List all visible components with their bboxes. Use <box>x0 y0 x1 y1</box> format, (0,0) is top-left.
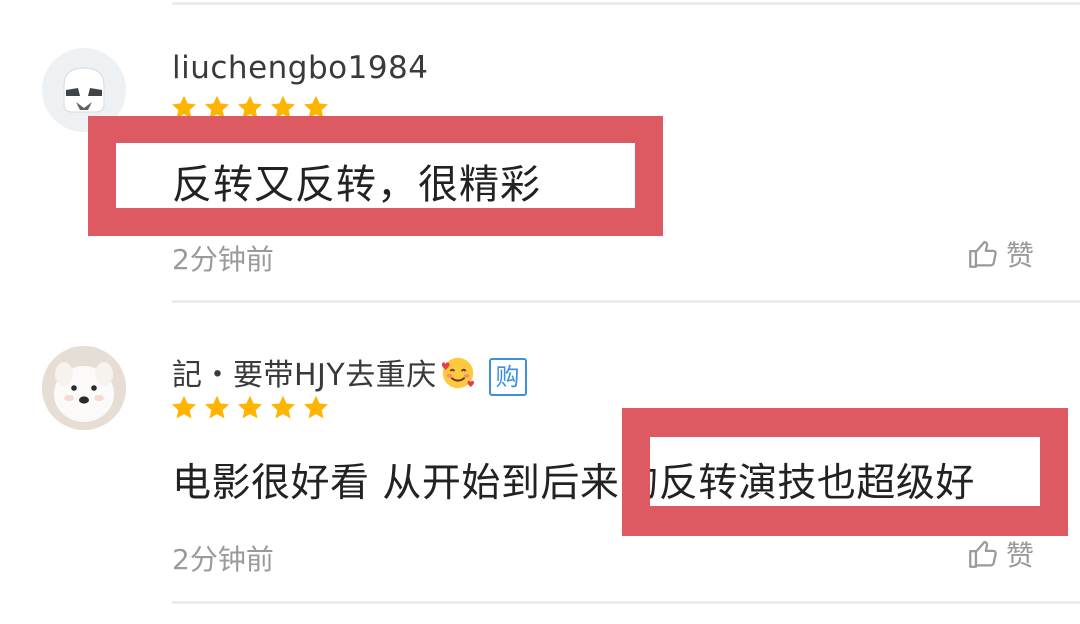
samoyed-dog-avatar-icon <box>42 346 126 430</box>
star-icon <box>204 395 230 419</box>
timestamp: 2分钟前 <box>172 543 274 576</box>
highlight-box <box>622 408 1068 536</box>
star-icon <box>171 395 197 419</box>
avatar[interactable] <box>42 346 126 430</box>
star-icon <box>303 395 329 419</box>
username-text: 記・要带HJY去重庆 <box>172 358 437 393</box>
comment-text: 反转又反转，很精彩 <box>172 162 541 208</box>
like-button[interactable]: 赞 <box>966 534 1034 574</box>
like-button[interactable]: 赞 <box>966 234 1034 274</box>
thumbs-up-icon <box>969 540 997 568</box>
star-rating <box>170 394 330 422</box>
username[interactable]: liuchengbo1984 <box>172 50 429 86</box>
purchased-badge: 购 <box>488 357 527 396</box>
like-label: 赞 <box>1006 539 1035 572</box>
divider <box>172 601 1080 604</box>
comment-item: 記・要带HJY去重庆购 电影很好看 从开始到后来的反转演技也超级好 2分钟前 赞 <box>0 300 1080 604</box>
star-icon <box>237 395 263 419</box>
like-label: 赞 <box>1006 239 1035 272</box>
smiling-face-with-hearts-icon <box>439 354 477 400</box>
username[interactable]: 記・要带HJY去重庆 购 <box>172 350 527 400</box>
timestamp: 2分钟前 <box>172 243 274 276</box>
comment-list: liuchengbo1984 反转又反转，很精彩 2分钟前 赞 記・要带HJY去… <box>0 0 1080 624</box>
star-icon <box>270 395 296 419</box>
comment-item: liuchengbo1984 反转又反转，很精彩 2分钟前 赞 <box>0 0 1080 300</box>
thumbs-up-icon <box>969 240 997 268</box>
